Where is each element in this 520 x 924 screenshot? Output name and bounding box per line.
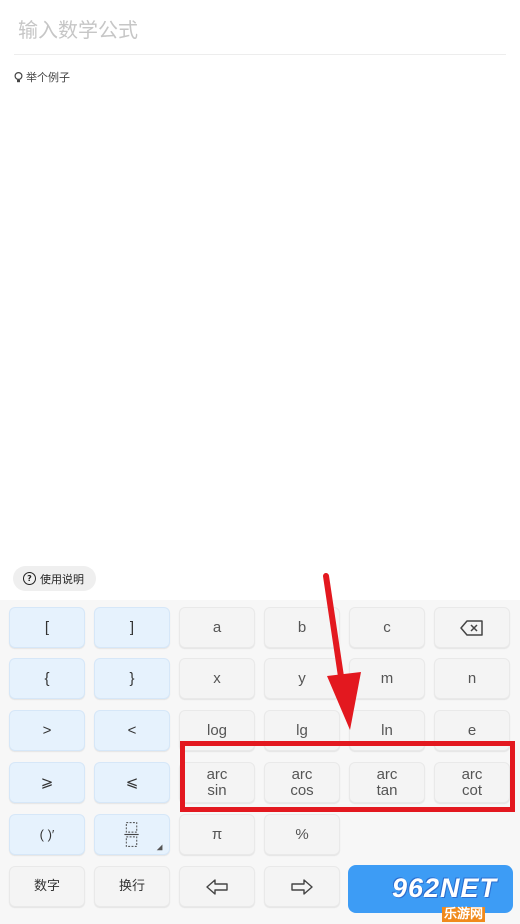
key-close-bracket[interactable]: ] [94,607,170,648]
watermark-logo: 962NET 乐游网 [380,873,520,922]
key-right-arrow[interactable] [264,866,340,907]
key-percent[interactable]: % [264,814,340,855]
key-pi[interactable]: π [179,814,255,855]
left-arrow-icon [206,878,228,895]
key-n[interactable]: n [434,658,510,699]
example-label: 举个例子 [26,71,70,84]
key-leq[interactable]: ⩽ [94,762,170,803]
key-arctan-line2: tan [376,781,398,799]
key-x[interactable]: x [179,658,255,699]
key-arccos-line1: arc [291,765,313,783]
key-left-arrow[interactable] [179,866,255,907]
key-geq[interactable]: ⩾ [9,762,85,803]
key-newline[interactable]: 换行 [94,866,170,907]
key-arccos-line2: cos [290,781,314,799]
lightbulb-icon [14,71,23,82]
watermark-small: 乐游网 [442,903,486,922]
key-fraction[interactable] [94,814,170,855]
help-label: 使用说明 [40,572,84,586]
watermark-small-text: 乐游网 [442,907,486,922]
key-lg[interactable]: lg [264,710,340,751]
formula-input-placeholder: 输入数学公式 [18,18,138,42]
key-arccos[interactable]: arc cos [264,762,340,803]
key-arcsin[interactable]: arc sin [179,762,255,803]
right-arrow-icon [291,878,313,895]
key-numbers[interactable]: 数字 [9,866,85,907]
example-link[interactable]: 举个例子 [14,70,70,84]
key-less[interactable]: < [94,710,170,751]
fraction-icon [124,822,163,851]
key-arccot[interactable]: arc cot [434,762,510,803]
key-arctan[interactable]: arc tan [349,762,425,803]
key-c[interactable]: c [349,607,425,648]
key-arccot-line1: arc [461,765,483,783]
key-close-brace[interactable]: } [94,658,170,699]
key-arctan-line1: arc [376,765,398,783]
question-icon: ? [23,572,36,585]
key-e[interactable]: e [434,710,510,751]
key-arcsin-line1: arc [206,765,228,783]
key-ln[interactable]: ln [349,710,425,751]
formula-input[interactable]: 输入数学公式 [0,0,520,60]
backspace-key[interactable] [434,607,510,648]
key-open-brace[interactable]: { [9,658,85,699]
help-button[interactable]: ? 使用说明 [13,566,96,591]
key-log[interactable]: log [179,710,255,751]
key-m[interactable]: m [349,658,425,699]
key-a[interactable]: a [179,607,255,648]
backspace-icon [460,619,483,636]
key-paren-prime[interactable]: ( )′ [9,814,85,855]
key-open-bracket[interactable]: [ [9,607,85,648]
key-y[interactable]: y [264,658,340,699]
input-divider [14,54,506,55]
watermark-big: 962NET [392,873,498,903]
key-b[interactable]: b [264,607,340,648]
key-greater[interactable]: > [9,710,85,751]
key-arcsin-line2: sin [207,781,227,799]
key-arccot-line2: cot [461,781,482,799]
